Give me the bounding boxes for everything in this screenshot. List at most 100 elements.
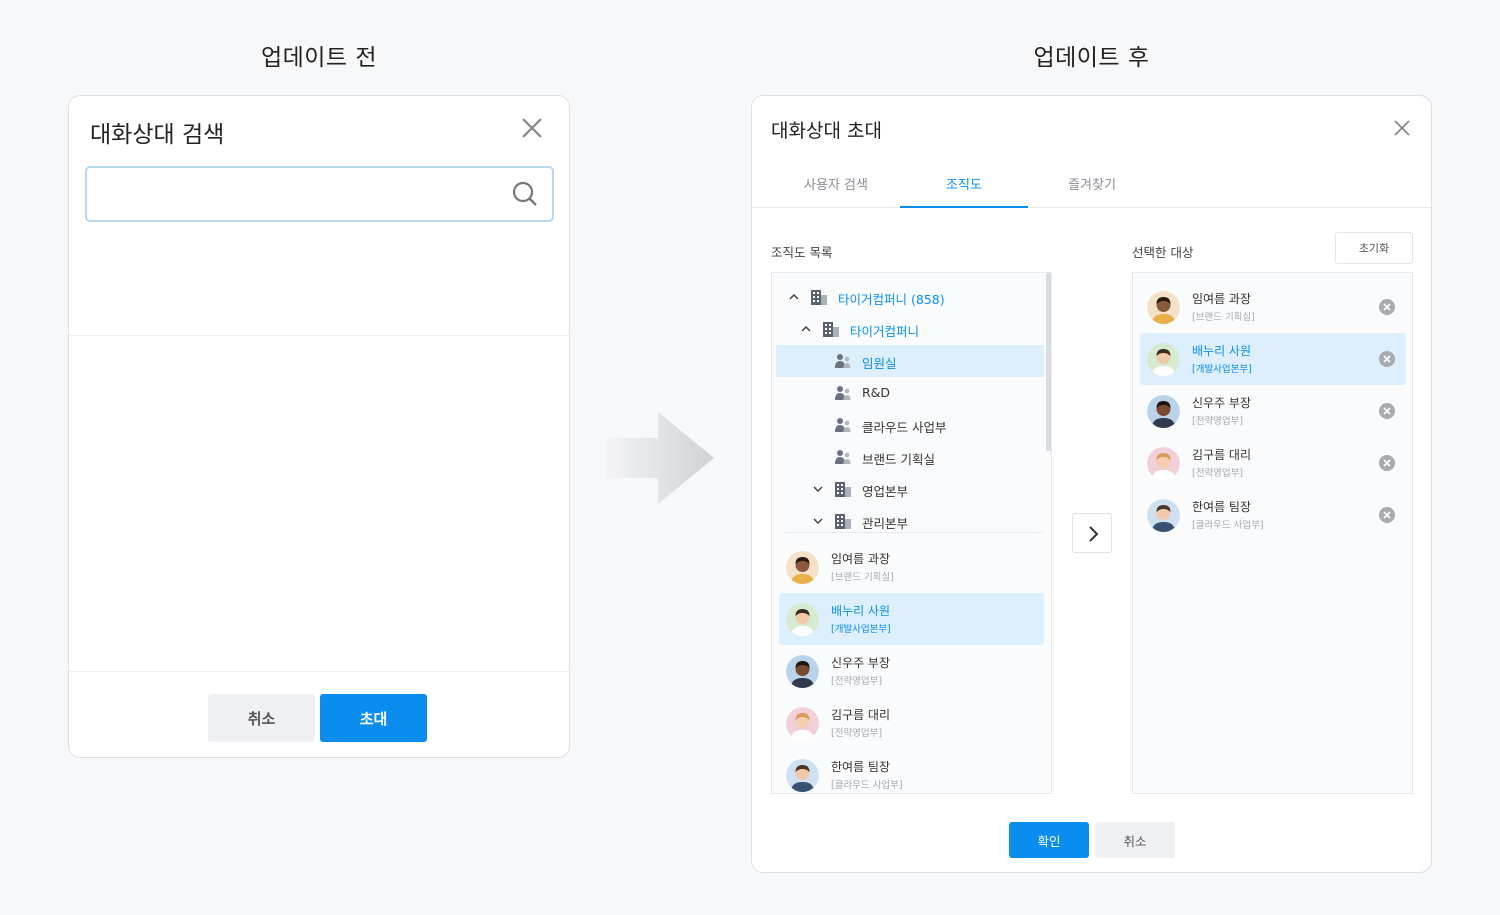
avatar xyxy=(1147,447,1180,480)
org-tree-label: 타이거컴퍼니 xyxy=(850,324,920,339)
avatar-image xyxy=(786,603,819,636)
add-selected-button[interactable] xyxy=(1072,513,1112,553)
person-name: 한여름 팀장 xyxy=(831,760,891,774)
selected-item[interactable]: 신우주 부장 [전략영업부] xyxy=(1140,385,1406,437)
search-input[interactable] xyxy=(97,178,497,210)
avatar xyxy=(786,603,819,636)
building-icon xyxy=(835,482,851,497)
person-name: 한여름 팀장 xyxy=(1192,500,1252,514)
chevron-down-icon[interactable] xyxy=(812,515,824,527)
building-icon xyxy=(811,290,827,305)
person-name: 신우주 부장 xyxy=(1192,396,1252,410)
person-name: 임여름 과장 xyxy=(831,552,891,566)
person-name: 임여름 과장 xyxy=(1192,292,1252,306)
remove-icon[interactable] xyxy=(1378,402,1396,420)
chevron-up-icon[interactable] xyxy=(788,291,800,303)
building-icon xyxy=(823,322,839,337)
person-dept: [전략영업부] xyxy=(1192,468,1244,479)
tab-bar: 사용자 검색 조직도 즐겨찾기 xyxy=(752,166,1431,208)
selected-item[interactable]: 한여름 팀장 [클라우드 사업부] xyxy=(1140,489,1406,541)
avatar-image xyxy=(1147,291,1180,324)
search-dialog-before: 대화상대 검색 취소 초대 xyxy=(68,95,570,758)
confirm-button[interactable]: 확인 xyxy=(1009,822,1089,858)
person-dept: [클라우드 사업부] xyxy=(831,780,903,791)
tab-org-chart[interactable]: 조직도 xyxy=(900,166,1028,208)
avatar xyxy=(786,707,819,740)
person-name: 신우주 부장 xyxy=(831,656,891,670)
org-tree-label: 관리본부 xyxy=(862,516,909,531)
org-tree-node[interactable]: 타이거컴퍼니 xyxy=(776,313,1044,345)
chevron-right-icon xyxy=(1089,526,1099,542)
person-name: 배누리 사원 xyxy=(831,604,891,618)
person-dept: [클라우드 사업부] xyxy=(1192,520,1264,531)
selected-panel: 임여름 과장 [브랜드 기획실] 배누리 사원 [개발사업본부] 신우주 부장 … xyxy=(1132,272,1413,794)
reset-button[interactable]: 초기화 xyxy=(1335,232,1413,264)
remove-icon[interactable] xyxy=(1378,298,1396,316)
people-icon xyxy=(835,450,851,464)
cancel-button[interactable]: 취소 xyxy=(1095,822,1175,858)
invite-button[interactable]: 초대 xyxy=(320,694,427,742)
list-item[interactable]: 한여름 팀장 [클라우드 사업부] xyxy=(779,749,1044,793)
org-tree-node[interactable]: 영업본부 xyxy=(776,473,1044,505)
org-tree-node[interactable]: 클라우드 사업부 xyxy=(776,409,1044,441)
person-name: 김구름 대리 xyxy=(831,708,891,722)
dialog-title: 대화상대 초대 xyxy=(771,120,882,142)
people-icon xyxy=(835,386,851,400)
people-icon xyxy=(835,354,851,368)
avatar xyxy=(1147,343,1180,376)
selected-item[interactable]: 임여름 과장 [브랜드 기획실] xyxy=(1140,281,1406,333)
avatar-image xyxy=(1147,343,1180,376)
org-tree-label: 임원실 xyxy=(862,356,897,371)
selected-item[interactable]: 김구름 대리 [전략영업부] xyxy=(1140,437,1406,489)
avatar-image xyxy=(786,759,819,792)
avatar-image xyxy=(1147,395,1180,428)
remove-icon[interactable] xyxy=(1378,454,1396,472)
org-tree-node[interactable]: 타이거컴퍼니 (858) xyxy=(776,281,1044,313)
selected-list-label: 선택한 대상 xyxy=(1132,245,1194,260)
close-icon[interactable] xyxy=(1391,117,1413,139)
divider xyxy=(784,532,1042,533)
arrow-right-icon xyxy=(606,412,714,504)
person-dept: [개발사업본부] xyxy=(831,624,891,635)
person-dept: [개발사업본부] xyxy=(1192,364,1252,375)
before-caption: 업데이트 전 xyxy=(260,45,378,71)
close-icon[interactable] xyxy=(518,114,546,142)
list-item[interactable]: 신우주 부장 [전략영업부] xyxy=(779,645,1044,697)
org-tree-node[interactable]: 브랜드 기획실 xyxy=(776,441,1044,473)
divider xyxy=(69,671,569,672)
chevron-down-icon[interactable] xyxy=(812,483,824,495)
avatar-image xyxy=(786,707,819,740)
org-tree-label: 클라우드 사업부 xyxy=(862,420,947,435)
person-dept: [브랜드 기획실] xyxy=(1192,312,1255,323)
remove-icon[interactable] xyxy=(1378,506,1396,524)
person-dept: [전략영업부] xyxy=(831,728,883,739)
remove-icon[interactable] xyxy=(1378,350,1396,368)
avatar xyxy=(786,759,819,792)
list-item[interactable]: 김구름 대리 [전략영업부] xyxy=(779,697,1044,749)
search-icon[interactable] xyxy=(511,180,539,208)
org-tree-label: R&D xyxy=(862,385,891,400)
person-dept: [전략영업부] xyxy=(831,676,883,687)
chevron-up-icon[interactable] xyxy=(800,323,812,335)
cancel-button[interactable]: 취소 xyxy=(208,694,315,742)
avatar xyxy=(1147,291,1180,324)
scrollbar[interactable] xyxy=(1046,273,1051,451)
org-tree-node[interactable]: R&D xyxy=(776,377,1044,409)
selected-item[interactable]: 배누리 사원 [개발사업본부] xyxy=(1140,333,1406,385)
person-dept: [전략영업부] xyxy=(1192,416,1244,427)
person-dept: [브랜드 기획실] xyxy=(831,572,894,583)
tab-user-search[interactable]: 사용자 검색 xyxy=(772,166,900,208)
search-field[interactable] xyxy=(85,166,554,222)
avatar xyxy=(1147,395,1180,428)
people-icon xyxy=(835,418,851,432)
after-caption: 업데이트 후 xyxy=(1033,45,1150,71)
invite-dialog-after: 대화상대 초대 사용자 검색 조직도 즐겨찾기 조직도 목록 선택한 대상 초기… xyxy=(751,95,1432,873)
list-item[interactable]: 임여름 과장 [브랜드 기획실] xyxy=(779,541,1044,593)
avatar xyxy=(1147,499,1180,532)
org-tree-node[interactable]: 임원실 xyxy=(776,345,1044,377)
avatar xyxy=(786,551,819,584)
list-item[interactable]: 배누리 사원 [개발사업본부] xyxy=(779,593,1044,645)
person-name: 김구름 대리 xyxy=(1192,448,1252,462)
building-icon xyxy=(835,514,851,529)
tab-favorites[interactable]: 즐겨찾기 xyxy=(1028,166,1156,208)
